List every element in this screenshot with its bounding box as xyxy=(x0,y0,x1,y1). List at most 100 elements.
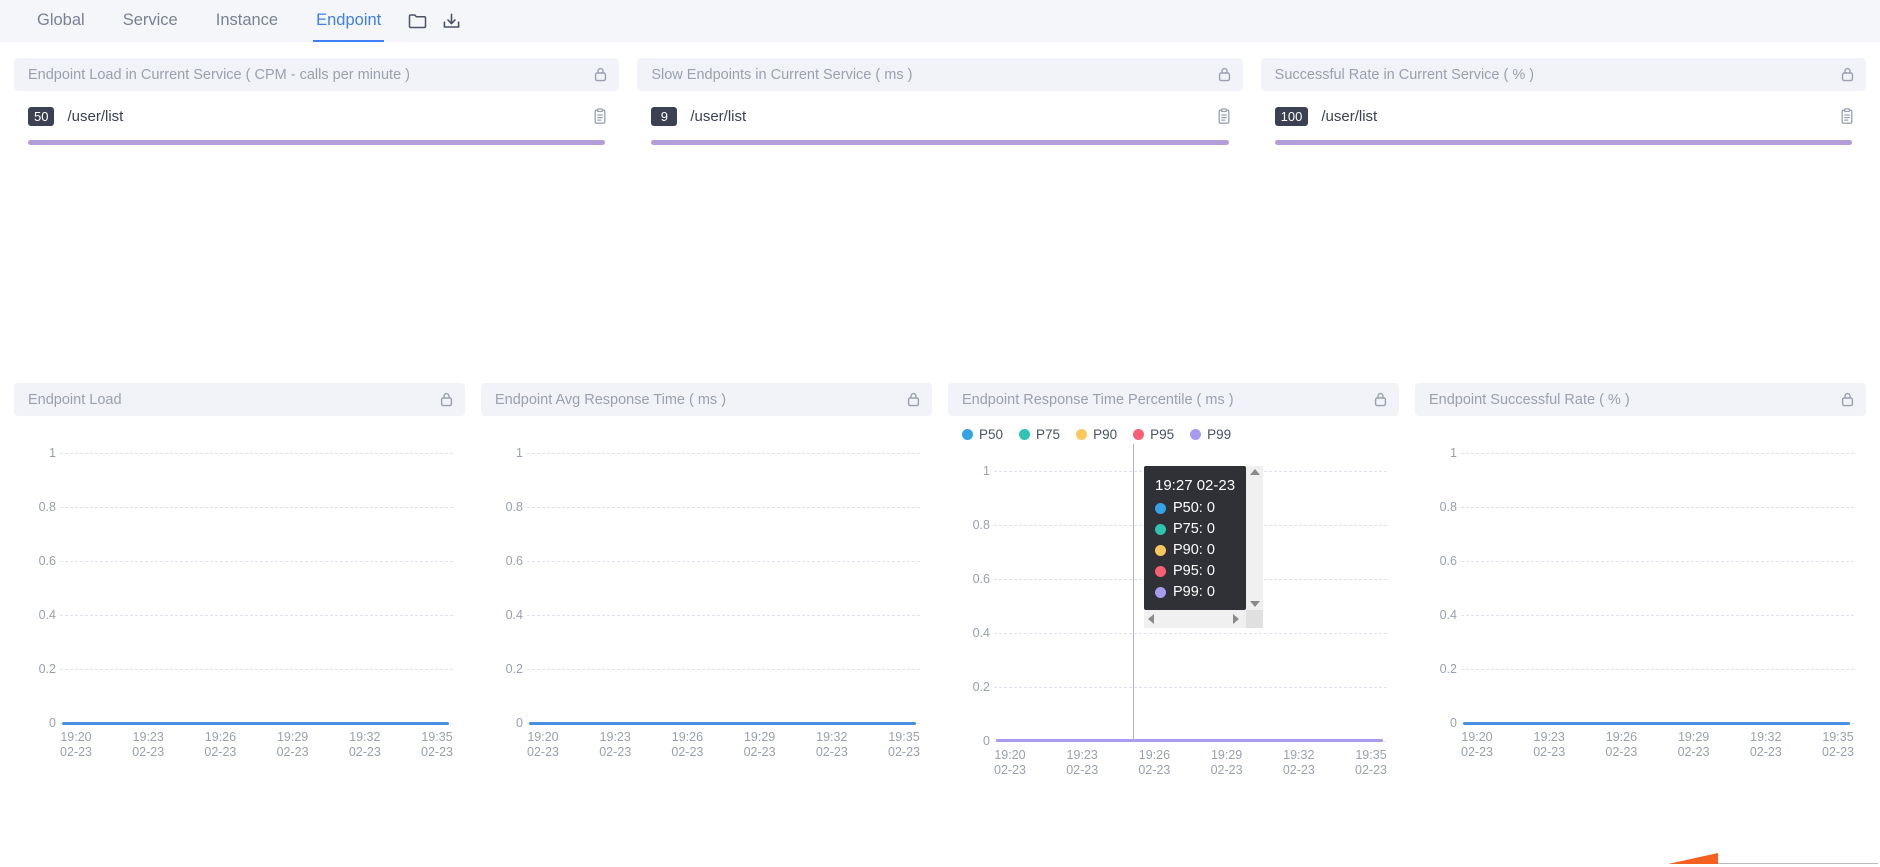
endpoint-name[interactable]: /user/list xyxy=(690,108,1216,125)
metric-badge: 100 xyxy=(1274,107,1309,126)
legend-label: P95 xyxy=(1150,427,1175,442)
y-axis-tick: 1 xyxy=(516,446,523,460)
gridline xyxy=(60,669,453,670)
chart-plot-area[interactable]: 1 0.8 0.6 0.4 0.2 0 19:20 02-23 19:23 02-2… xyxy=(1415,426,1866,798)
gridline xyxy=(1461,561,1854,562)
lock-icon[interactable] xyxy=(907,392,920,407)
xtick-part: 19:23 xyxy=(1533,730,1565,744)
lock-icon[interactable] xyxy=(440,392,453,407)
tooltip-dot-icon xyxy=(1155,566,1166,577)
chart-panel-response-time-percentile: Endpoint Response Time Percentile ( ms )… xyxy=(948,383,1399,798)
chart-plot-area[interactable]: 1 0.8 0.6 0.4 0.2 0 19:20 02-23 19:23 02-2… xyxy=(481,426,932,798)
chart-plot-area[interactable]: 1 0.8 0.6 0.4 0.2 0 19:20 02-23 19:23 02-2… xyxy=(14,426,465,798)
series-line-successful-rate xyxy=(1463,722,1850,725)
x-axis-tick: 19:23 02-23 xyxy=(1533,730,1565,759)
legend-item-p95[interactable]: P95 xyxy=(1133,427,1174,442)
tooltip-vertical-scrollbar[interactable] xyxy=(1246,466,1264,610)
top-navigation: Global Service Instance Endpoint xyxy=(0,0,1880,42)
y-axis-tick: 0.6 xyxy=(1439,554,1457,568)
clipboard-icon[interactable] xyxy=(593,108,607,125)
gridline xyxy=(60,561,453,562)
xtick-part: 19:29 xyxy=(743,730,776,744)
y-axis-tick: 0.8 xyxy=(1439,500,1457,514)
xtick-part: 19:35 xyxy=(421,730,453,744)
xtick-part: 02-23 xyxy=(1533,744,1566,759)
y-axis-tick: 0.6 xyxy=(505,554,523,568)
y-axis-tick: 1 xyxy=(983,464,990,478)
lock-icon[interactable] xyxy=(594,67,607,82)
endpoint-name[interactable]: /user/list xyxy=(1321,108,1840,125)
gridline xyxy=(527,615,920,616)
legend-label: P75 xyxy=(1036,427,1061,442)
xtick-part: 02-23 xyxy=(1822,744,1854,759)
nav-tab-label: Instance xyxy=(215,11,279,29)
lock-icon[interactable] xyxy=(1218,67,1231,82)
y-axis-tick: 0.2 xyxy=(972,680,990,694)
nav-tab-instance[interactable]: Instance xyxy=(197,0,297,42)
chart-panel-successful-rate: Endpoint Successful Rate ( % ) 1 0.8 0.6… xyxy=(1415,383,1866,798)
legend-item-p75[interactable]: P75 xyxy=(1019,427,1060,442)
nav-tab-service[interactable]: Service xyxy=(104,0,197,42)
x-axis-tick: 19:26 02-23 xyxy=(204,730,236,759)
clipboard-icon[interactable] xyxy=(1217,108,1231,125)
x-axis-tick: 19:20 02-23 xyxy=(527,730,559,759)
y-axis-tick: 0.8 xyxy=(38,500,56,514)
scroll-down-arrow-icon[interactable] xyxy=(1249,601,1260,607)
x-axis-tick: 19:29 02-23 xyxy=(1211,748,1243,777)
lock-icon[interactable] xyxy=(1841,67,1854,82)
chart-plot-area[interactable]: 1 0.8 0.6 0.4 0.2 0 19:27 02-23 P50: 0 P… xyxy=(948,444,1399,788)
legend-item-p90[interactable]: P90 xyxy=(1076,427,1117,442)
progress-bar-track xyxy=(28,140,606,145)
clipboard-icon[interactable] xyxy=(1840,108,1854,125)
xtick-part: 02-23 xyxy=(348,744,381,759)
charts-row: Endpoint Load 1 0.8 0.6 0.4 0.2 0 19:20 … xyxy=(0,383,1880,798)
scroll-up-arrow-icon[interactable] xyxy=(1249,469,1260,475)
progress-bar-track xyxy=(651,140,1229,145)
xtick-part: 02-23 xyxy=(60,744,92,759)
download-icon[interactable] xyxy=(434,0,468,42)
x-axis-tick: 19:35 02-23 xyxy=(888,730,920,759)
metric-cards-row: Endpoint Load in Current Service ( CPM -… xyxy=(0,42,1880,145)
chart-header: Endpoint Avg Response Time ( ms ) xyxy=(481,383,932,416)
y-axis-tick: 0 xyxy=(983,734,990,748)
lock-icon[interactable] xyxy=(1841,392,1854,407)
gridline xyxy=(1461,669,1854,670)
xtick-part: 02-23 xyxy=(204,744,237,759)
tooltip-time: 19:27 02-23 xyxy=(1155,477,1236,494)
card-title: Successful Rate in Current Service ( % ) xyxy=(1274,66,1535,83)
xtick-part: 02-23 xyxy=(1066,762,1099,777)
tooltip-row: P99: 0 xyxy=(1155,582,1235,603)
plot: 1 0.8 0.6 0.4 0.2 0 19:20 02-23 19:23 02-2… xyxy=(14,426,465,798)
progress-bar-fill xyxy=(1274,140,1852,145)
lock-icon[interactable] xyxy=(1374,392,1387,407)
metric-row: 100 /user/list xyxy=(1261,104,1866,129)
metric-badge: 50 xyxy=(28,107,55,126)
x-axis-tick: 19:32 02-23 xyxy=(1283,748,1315,777)
legend-item-p99[interactable]: P99 xyxy=(1190,427,1231,442)
x-axis-tick: 19:35 02-23 xyxy=(1355,748,1387,777)
x-axis-tick: 19:20 02-23 xyxy=(60,730,92,759)
xtick-part: 19:23 xyxy=(132,730,164,744)
folder-icon[interactable] xyxy=(400,0,434,42)
legend-item-p50[interactable]: P50 xyxy=(962,427,1003,442)
gridline xyxy=(527,507,920,508)
tooltip-horizontal-scrollbar[interactable] xyxy=(1144,610,1264,628)
card-header: Endpoint Load in Current Service ( CPM -… xyxy=(14,58,620,91)
card-body: 100 /user/list xyxy=(1261,91,1866,145)
xtick-part: 02-23 xyxy=(421,744,453,759)
scroll-right-arrow-icon[interactable] xyxy=(1233,614,1240,624)
x-axis-tick: 19:23 02-23 xyxy=(132,730,164,759)
card-header: Slow Endpoints in Current Service ( ms ) xyxy=(637,58,1243,91)
card-title: Slow Endpoints in Current Service ( ms ) xyxy=(651,66,913,83)
endpoint-name[interactable]: /user/list xyxy=(67,108,593,125)
xtick-part: 19:20 xyxy=(994,748,1026,762)
nav-tab-endpoint[interactable]: Endpoint xyxy=(297,0,400,42)
xtick-part: 02-23 xyxy=(276,744,309,759)
nav-tab-global[interactable]: Global xyxy=(18,0,104,42)
xtick-part: 19:32 xyxy=(1750,730,1782,744)
chart-header: Endpoint Successful Rate ( % ) xyxy=(1415,383,1866,416)
scroll-left-arrow-icon[interactable] xyxy=(1148,614,1154,624)
xtick-part: 19:26 xyxy=(1605,730,1638,744)
y-axis-tick: 0.4 xyxy=(38,608,56,622)
crosshair-line xyxy=(1133,444,1134,741)
